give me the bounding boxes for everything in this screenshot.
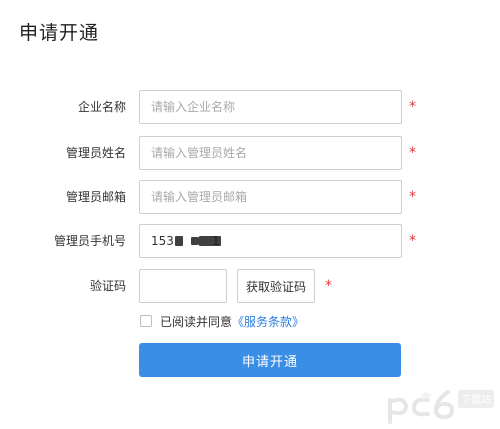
required-mark: * [409, 189, 416, 205]
admin-phone-wrapper [139, 224, 402, 258]
get-captcha-button[interactable]: 获取验证码 [237, 269, 315, 303]
apply-page: 申请开通 企业名称 * 管理员姓名 * 管理员邮箱 * 管理员手机号 * 验证码… [0, 0, 500, 429]
pc6-watermark-logo: 下载站 [382, 382, 496, 426]
admin-name-input[interactable] [139, 136, 402, 170]
company-label: 企业名称 [77, 100, 126, 114]
admin-email-row: 管理员邮箱 * [0, 180, 500, 214]
agreement-row: 已阅读并同意 《服务条款》 [140, 313, 304, 329]
redaction-mark [175, 236, 183, 246]
admin-name-label: 管理员姓名 [65, 146, 126, 160]
admin-name-row: 管理员姓名 * [0, 136, 500, 170]
captcha-row: 验证码 获取验证码 * [0, 269, 500, 303]
redaction-mark [191, 237, 199, 245]
agreement-checkbox[interactable] [140, 315, 152, 327]
required-mark: * [325, 278, 332, 294]
required-mark: * [409, 145, 416, 161]
required-mark: * [409, 99, 416, 115]
pc6-logo-graphic: 下载站 [388, 390, 494, 424]
admin-phone-label: 管理员手机号 [53, 234, 126, 248]
company-input[interactable] [139, 90, 402, 124]
admin-phone-row: 管理员手机号 * [0, 224, 500, 258]
terms-link[interactable]: 《服务条款》 [232, 313, 304, 330]
agreement-text: 已阅读并同意 [160, 314, 233, 329]
page-title: 申请开通 [19, 22, 100, 44]
company-row: 企业名称 * [0, 90, 500, 124]
svg-text:下载站: 下载站 [461, 393, 491, 406]
admin-email-input[interactable] [139, 180, 402, 214]
submit-button[interactable]: 申请开通 [139, 343, 401, 377]
captcha-label: 验证码 [89, 279, 126, 293]
required-mark: * [409, 233, 416, 249]
redaction-mark [199, 236, 221, 246]
admin-email-label: 管理员邮箱 [65, 190, 126, 204]
captcha-input[interactable] [139, 269, 227, 303]
